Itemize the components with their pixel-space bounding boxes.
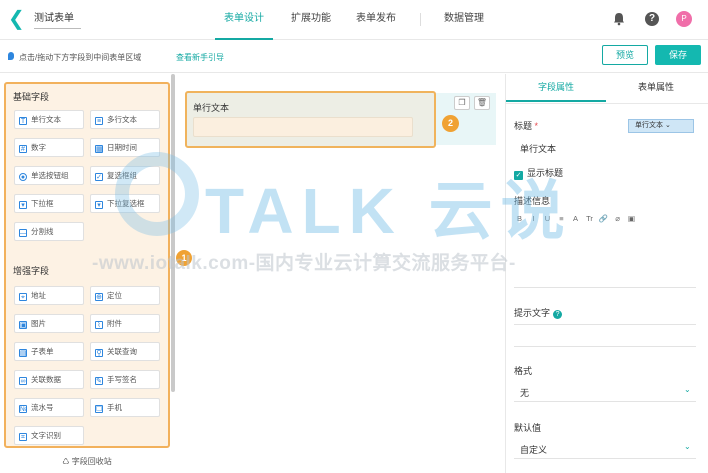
back-chevron-icon[interactable]: ❮ xyxy=(8,9,25,29)
link-icon[interactable]: 🔗 xyxy=(598,214,609,223)
drag-tip-text: 点击/拖动下方字段到中间表单区域 xyxy=(19,53,142,62)
app-header: ❮ 测试表单 表单设计 扩展功能 表单发布 数据管理 ? P xyxy=(0,0,708,40)
nav-tab-extensions[interactable]: 扩展功能 xyxy=(287,0,335,40)
map-pin-icon: ⌖ xyxy=(19,293,27,301)
step-badge-2: 2 xyxy=(442,115,459,132)
enhanced-fields-title: 增强字段 xyxy=(13,266,50,276)
trash-icon[interactable]: 🗑 xyxy=(474,96,490,110)
canvas-field-input xyxy=(193,117,413,137)
watermark-url: -www.iotalk.com-国内专业云计算交流服务平台- xyxy=(92,253,516,274)
location-pin-icon xyxy=(8,52,14,60)
form-title-input[interactable]: 测试表单 xyxy=(34,11,81,29)
calendar-icon: ▦ xyxy=(95,145,103,153)
pen-icon: ✎ xyxy=(95,377,103,385)
help-icon[interactable]: ? xyxy=(645,12,659,26)
field-ocr[interactable]: ⌗ 文字识别 xyxy=(14,426,84,445)
link-data-icon: ∞ xyxy=(19,377,27,385)
nav-tab-publish[interactable]: 表单发布 xyxy=(352,0,400,40)
watermark-logo-text: TALK 云说 xyxy=(205,175,573,247)
field-multi-line-text[interactable]: ≡ 多行文本 xyxy=(90,110,160,129)
field-signature[interactable]: ✎ 手写签名 xyxy=(90,370,160,389)
field-location[interactable]: ⊕ 定位 xyxy=(90,286,160,305)
bell-icon[interactable] xyxy=(612,12,626,26)
format-label: 格式 xyxy=(514,366,533,376)
field-dropdown[interactable]: ▾ 下拉框 xyxy=(14,194,84,213)
field-subform[interactable]: ▤ 子表单 xyxy=(14,342,84,361)
canvas-field-label: 单行文本 xyxy=(193,103,230,113)
divider-icon: — xyxy=(19,229,27,237)
nav-tab-form-design[interactable]: 表单设计 xyxy=(215,0,273,40)
chevron-down-icon: ⌄ xyxy=(684,385,691,394)
title-label: 标题 * xyxy=(514,121,539,131)
phone-icon: ☐ xyxy=(95,405,103,413)
preview-button[interactable]: 预览 xyxy=(602,45,648,65)
subform-icon: ▤ xyxy=(19,349,27,357)
title-value-input[interactable]: 单行文本 xyxy=(520,142,556,155)
recycle-icon: ♺ xyxy=(62,457,72,466)
chevron-down-icon: ⌄ xyxy=(684,442,691,451)
text-field-icon: T xyxy=(19,117,27,125)
field-number[interactable]: # 数字 xyxy=(14,138,84,157)
watermark-logo-circle xyxy=(115,152,199,236)
image-insert-icon[interactable]: ▣ xyxy=(626,214,637,223)
chevron-down-icon: ⌄ xyxy=(664,122,671,129)
help-circle-icon[interactable]: ? xyxy=(553,310,563,319)
field-address[interactable]: ⌖ 地址 xyxy=(14,286,84,305)
tab-divider xyxy=(506,103,708,104)
default-value-select[interactable]: 自定义 ⌄ xyxy=(514,439,696,459)
tab-field-properties[interactable]: 字段属性 xyxy=(506,74,606,102)
serial-icon: № xyxy=(19,405,28,413)
tab-form-properties[interactable]: 表单属性 xyxy=(606,74,706,102)
field-divider[interactable]: — 分割线 xyxy=(14,222,84,241)
number-icon: # xyxy=(19,145,27,153)
field-attachment[interactable]: ⌇ 附件 xyxy=(90,314,160,333)
field-image[interactable]: ▣ 图片 xyxy=(14,314,84,333)
field-serial-number[interactable]: № 流水号 xyxy=(14,398,84,417)
textarea-icon: ≡ xyxy=(95,117,103,125)
image-icon: ▣ xyxy=(19,321,27,329)
placeholder-divider xyxy=(514,346,696,347)
field-mobile[interactable]: ☐ 手机 xyxy=(90,398,160,417)
default-value-label: 默认值 xyxy=(514,423,542,433)
placeholder-label: 提示文字? xyxy=(514,306,563,319)
paperclip-icon: ⌇ xyxy=(95,321,103,329)
properties-panel: 字段属性 表单属性 标题 * 单行文本 ⌄ 单行文本 ✓ 显示标题 描述信息 BI… xyxy=(505,74,708,473)
placeholder-input[interactable] xyxy=(514,324,696,325)
checkbox-icon: ✓ xyxy=(95,173,103,181)
design-toolbar: 点击/拖动下方字段到中间表单区域 查看新手引导 预览 保存 xyxy=(0,40,708,73)
field-radio-group[interactable]: ● 单选按钮组 xyxy=(14,166,84,185)
user-avatar[interactable]: P xyxy=(676,11,692,27)
basic-fields-title: 基础字段 xyxy=(13,92,50,102)
guide-link[interactable]: 查看新手引导 xyxy=(176,52,224,63)
field-related-query[interactable]: ⚲ 关联查询 xyxy=(90,342,160,361)
title-type-select[interactable]: 单行文本 ⌄ xyxy=(628,119,694,133)
unlink-icon[interactable]: ⌀ xyxy=(612,214,623,223)
link-query-icon: ⚲ xyxy=(95,349,103,357)
canvas-field-single-line-text[interactable]: 单行文本 xyxy=(185,91,436,148)
field-related-data[interactable]: ∞ 关联数据 xyxy=(14,370,84,389)
format-select[interactable]: 无 ⌄ xyxy=(514,382,696,402)
save-button[interactable]: 保存 xyxy=(655,45,701,65)
dropdown-multi-icon: ▾ xyxy=(95,201,103,209)
ocr-icon: ⌗ xyxy=(19,433,27,441)
field-single-line-text[interactable]: T 单行文本 xyxy=(14,110,84,129)
dropdown-icon: ▾ xyxy=(19,201,27,209)
nav-tab-data-management[interactable]: 数据管理 xyxy=(440,0,488,40)
field-recycle-bin[interactable]: ♺ 字段回收站 xyxy=(4,452,170,472)
required-mark: * xyxy=(534,121,539,131)
nav-divider xyxy=(420,13,421,26)
crosshair-icon: ⊕ xyxy=(95,293,103,301)
radio-icon: ● xyxy=(19,173,27,181)
copy-icon[interactable]: ❐ xyxy=(454,96,470,110)
clear-format-icon[interactable]: Tr xyxy=(584,214,595,223)
